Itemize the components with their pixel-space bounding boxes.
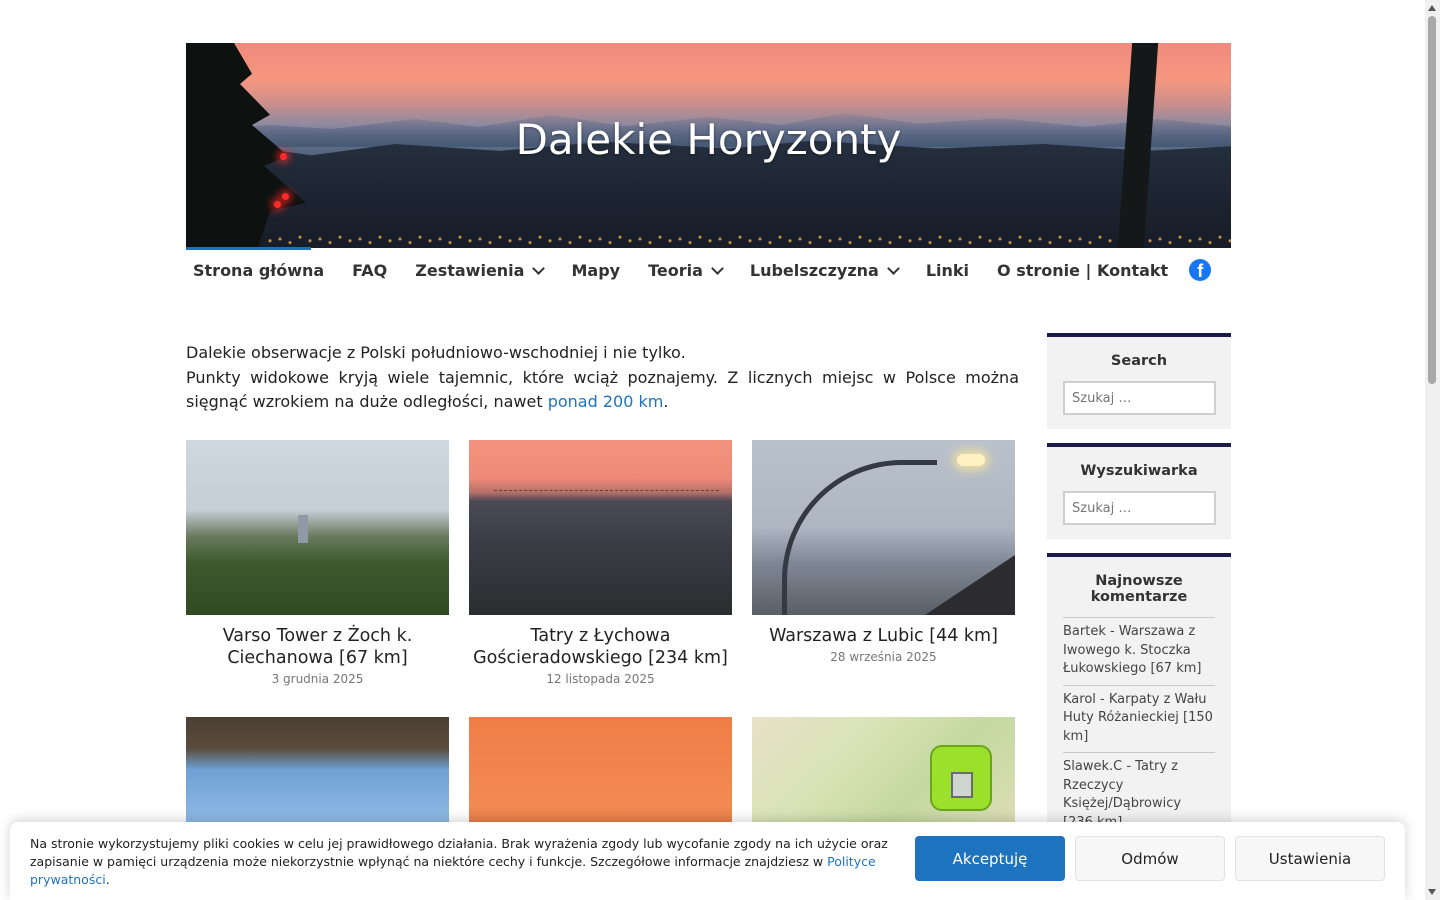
post-title[interactable]: Tatry z Łychowa Gościeradowskiego [234 k… [469, 625, 732, 669]
main-navigation: Strona główna FAQ Zestawienia Mapy Teori… [186, 247, 1231, 293]
recent-comments-widget: Najnowsze komentarze Bartek - Warszawa z… [1047, 553, 1231, 853]
nav-items: Strona główna FAQ Zestawienia Mapy Teori… [186, 259, 1212, 281]
street-lamp-light [957, 454, 985, 466]
post-card[interactable]: Tatry z Łychowa Gościeradowskiego [234 k… [469, 440, 732, 686]
cookie-consent-bar: Na stronie wykorzystujemy pliki cookies … [10, 822, 1405, 900]
cookie-text-segment: . [105, 872, 110, 887]
site-title[interactable]: Dalekie Horyzonty [186, 115, 1231, 164]
intro-text: Dalekie obserwacje z Polski południowo-w… [186, 341, 1019, 415]
chevron-down-icon [886, 261, 900, 275]
finder-widget: Wyszukiwarka [1047, 443, 1231, 539]
chevron-down-icon [711, 261, 724, 275]
search-input[interactable] [1063, 381, 1216, 415]
nav-item-zestawienia[interactable]: Zestawienia [408, 261, 550, 280]
nav-item-label: Mapy [571, 260, 621, 280]
post-thumbnail[interactable] [469, 440, 732, 615]
settings-button[interactable]: Ustawienia [1235, 836, 1385, 881]
header-banner: Dalekie Horyzonty [186, 43, 1231, 248]
street-lamp-pole [782, 460, 937, 615]
page-scrollbar[interactable] [1425, 0, 1440, 900]
comment-item[interactable]: Bartek - Warszawa z Iwowego k. Stoczka Ł… [1063, 617, 1215, 686]
banner-red-light [282, 193, 289, 200]
comment-item[interactable]: Karol - Karpaty z Wału Huty Różanieckiej… [1063, 686, 1215, 753]
post-title[interactable]: Varso Tower z Żoch k. Ciechanowa [67 km] [186, 625, 449, 669]
tower-silhouette [298, 515, 308, 543]
widget-title: Wyszukiwarka [1080, 463, 1198, 479]
nav-item-home[interactable]: Strona główna [186, 261, 331, 280]
post-card[interactable]: Varso Tower z Żoch k. Ciechanowa [67 km]… [186, 440, 449, 686]
post-card[interactable]: Warszawa z Lubic [44 km] 28 września 202… [752, 440, 1015, 664]
post-date: 3 grudnia 2025 [271, 672, 364, 686]
post-thumbnail[interactable] [186, 440, 449, 615]
banner-city-lights [186, 230, 1231, 248]
cookie-message: Na stronie wykorzystujemy pliki cookies … [30, 835, 910, 889]
intro-line-2: Punkty widokowe kryją wiele tajemnic, kt… [186, 366, 1019, 415]
widget-title: Search [1110, 353, 1168, 369]
nav-item-mapy[interactable]: Mapy [564, 261, 627, 280]
tape-measure-window [951, 772, 973, 798]
comments-list: Bartek - Warszawa z Iwowego k. Stoczka Ł… [1063, 617, 1215, 839]
deny-button[interactable]: Odmów [1075, 836, 1225, 881]
banner-red-light [274, 201, 281, 208]
nav-item-label: O stronie | Kontakt [997, 260, 1169, 280]
cookie-text-segment: Na stronie wykorzystujemy pliki cookies … [30, 836, 888, 869]
post-date: 12 listopada 2025 [546, 672, 655, 686]
post-title[interactable]: Warszawa z Lubic [44 km] [752, 625, 1015, 647]
roof-silhouette [925, 555, 1015, 615]
nav-item-o-stronie[interactable]: O stronie | Kontakt [990, 261, 1175, 280]
sidebar: Search Wyszukiwarka Najnowsze komentarze… [1047, 333, 1231, 867]
intro-text-segment: . [663, 392, 669, 411]
facebook-icon[interactable]: f [1189, 259, 1212, 281]
peak-labels-overlay [494, 470, 719, 491]
nav-item-faq[interactable]: FAQ [345, 261, 394, 280]
scroll-down-arrow-icon[interactable] [1428, 889, 1436, 895]
nav-item-linki[interactable]: Linki [919, 261, 976, 280]
nav-item-label: FAQ [352, 260, 388, 280]
accept-button[interactable]: Akceptuję [915, 836, 1065, 881]
nav-active-indicator [186, 247, 311, 250]
nav-item-label: Zestawienia [415, 260, 525, 280]
nav-item-label: Lubelszczyzna [749, 260, 879, 280]
search-widget: Search [1047, 333, 1231, 429]
nav-item-teoria[interactable]: Teoria [641, 261, 729, 280]
post-thumbnail[interactable] [752, 440, 1015, 615]
nav-item-label: Linki [925, 260, 970, 280]
post-date: 28 września 2025 [830, 650, 937, 664]
nav-item-label: Strona główna [193, 260, 325, 280]
widget-title: Najnowsze komentarze [1090, 573, 1188, 605]
intro-link[interactable]: ponad 200 km [548, 392, 664, 411]
scrollbar-thumb[interactable] [1428, 16, 1436, 384]
scroll-up-arrow-icon[interactable] [1428, 5, 1436, 11]
chevron-down-icon [532, 261, 546, 275]
intro-line-1: Dalekie obserwacje z Polski południowo-w… [186, 343, 686, 362]
nav-item-lubelszczyzna[interactable]: Lubelszczyzna [743, 261, 905, 280]
nav-item-label: Teoria [648, 260, 703, 280]
finder-input[interactable] [1063, 491, 1216, 525]
